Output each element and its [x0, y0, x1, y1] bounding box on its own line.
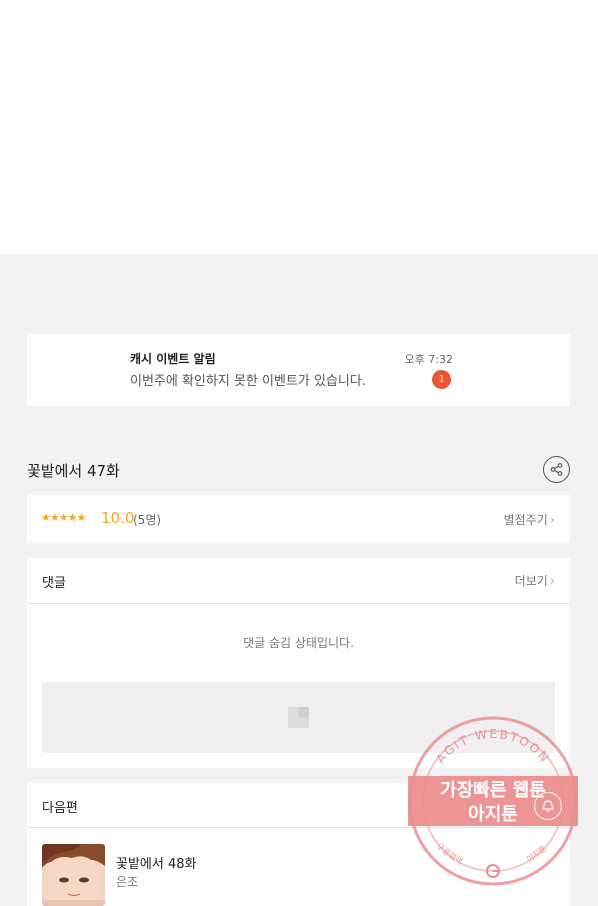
comments-title: 댓글	[42, 576, 66, 591]
rating-votes: (5명)	[133, 513, 162, 527]
next-episode-author: 은조	[116, 875, 139, 889]
comments-header: 댓글 더보기 ›	[27, 558, 570, 604]
chevron-right-icon: ›	[549, 513, 555, 528]
watermark-stamp: AGIT WEBTOON 가장빠른 웹툰 아지툰 구글검색 아지툰	[408, 716, 578, 886]
rating-score: 10.0	[101, 509, 135, 527]
bell-icon[interactable]	[534, 792, 562, 820]
share-icon	[550, 463, 563, 476]
give-star-button[interactable]: 별점주기 ›	[504, 511, 555, 528]
watermark-bottom-right: 아지툰	[524, 843, 548, 864]
next-episode-thumbnail[interactable]	[42, 844, 105, 906]
watermark-line1: 가장빠른 웹툰	[440, 780, 546, 801]
chevron-right-icon: ›	[549, 574, 555, 589]
rating-card: ★★★★★ 10.0 (5명) 별점주기 ›	[27, 495, 570, 543]
watermark-top-text: AGIT WEBTOON	[433, 727, 550, 766]
notification-title: 캐시 이벤트 알림	[130, 352, 216, 366]
top-blank-area	[0, 0, 598, 254]
comments-more-label: 더보기	[514, 574, 548, 588]
svg-text:AGIT WEBTOON: AGIT WEBTOON	[433, 727, 552, 766]
image-placeholder-icon	[288, 707, 309, 728]
next-episode-title: 다음편	[42, 801, 78, 816]
notification-badge: 1	[432, 370, 451, 389]
episode-title: 꽃밭에서 47화	[27, 462, 120, 480]
watermark-line2: 아지툰	[468, 804, 518, 825]
comments-more-button[interactable]: 더보기 ›	[515, 572, 555, 589]
star-rating-icon: ★★★★★	[41, 511, 86, 524]
notification-card[interactable]: 캐시 이벤트 알림 이번주에 확인하지 못한 이벤트가 있습니다. 오후 7:3…	[27, 334, 570, 406]
next-episode-name[interactable]: 꽃밭에서 48화	[116, 853, 196, 872]
comments-hidden-message: 댓글 숨김 상태입니다.	[243, 636, 354, 650]
give-star-label: 별점주기	[503, 513, 548, 527]
share-button[interactable]	[543, 456, 570, 483]
character-thumbnail-icon	[42, 844, 105, 906]
notification-time: 오후 7:32	[404, 353, 453, 366]
notification-message: 이번주에 확인하지 못한 이벤트가 있습니다.	[130, 374, 366, 389]
